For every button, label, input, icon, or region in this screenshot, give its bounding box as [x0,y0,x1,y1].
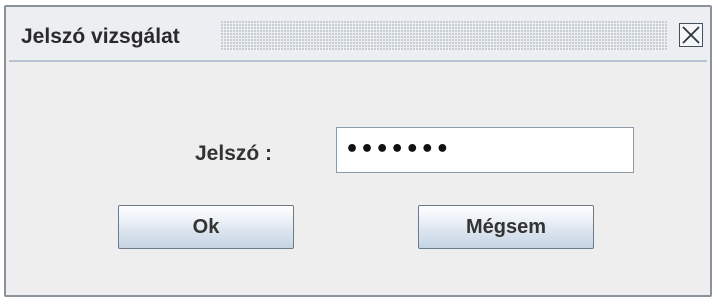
password-field[interactable]: ••••••• [336,127,634,173]
title-bar-grip[interactable] [221,21,667,51]
password-dialog: Jelszó vizsgálat Jelszó : ••••••• Ok Még… [4,5,712,297]
title-bar[interactable]: Jelszó vizsgálat [9,10,707,62]
ok-button[interactable]: Ok [118,205,294,249]
close-button[interactable] [679,23,703,47]
dialog-title: Jelszó vizsgálat [21,25,180,48]
cancel-button[interactable]: Mégsem [418,205,594,249]
close-icon [682,26,700,44]
password-label: Jelszó : [195,142,273,165]
dialog-content: Jelszó : ••••••• Ok Mégsem [9,62,707,292]
